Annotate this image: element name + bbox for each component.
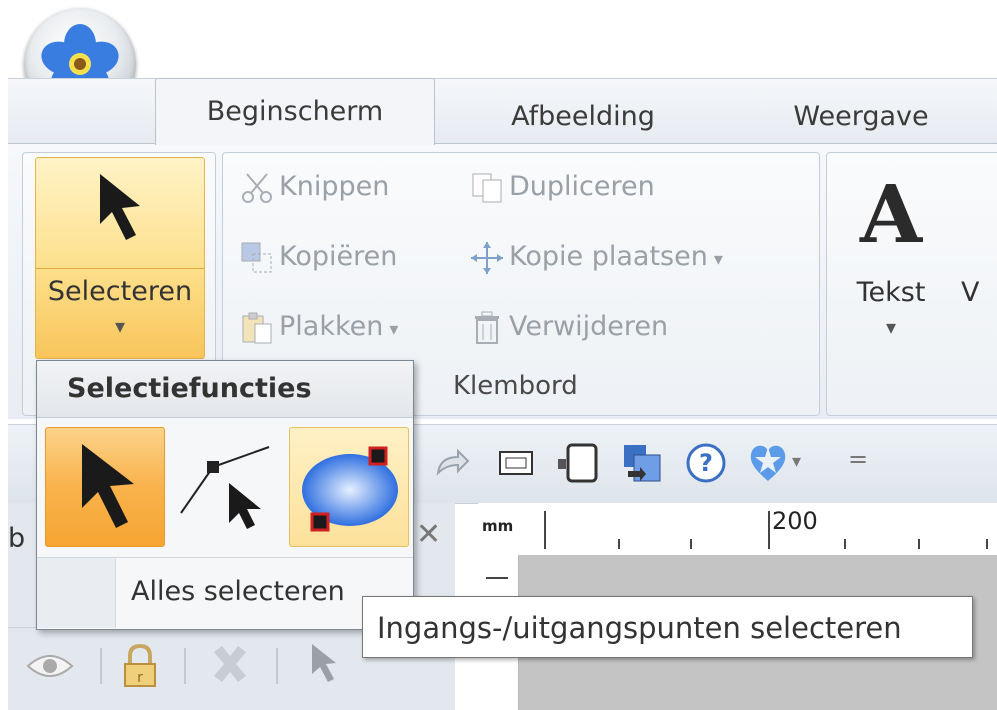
selection-functions-popup: Selectiefuncties Alles selecteren	[36, 360, 414, 630]
hoop-icon[interactable]	[556, 441, 600, 485]
paste-copy-icon	[471, 241, 503, 274]
select-button-divider	[36, 268, 204, 269]
select-all-label: Alles selecteren	[131, 576, 345, 607]
select-ellipse-icon	[302, 446, 398, 532]
paste-label: Plakken	[279, 311, 384, 342]
arrow-cursor-small-icon[interactable]	[308, 642, 340, 686]
delete-label: Verwijderen	[509, 311, 669, 342]
arrow-cursor-icon	[100, 174, 140, 240]
delete-command[interactable]: Verwijderen	[469, 307, 668, 347]
ruler-major-tick	[768, 511, 770, 549]
duplicate-icon	[472, 173, 502, 202]
cut-command[interactable]: Knippen	[239, 167, 389, 207]
copy-label: Kopiëren	[279, 241, 398, 272]
select-all-icon-area	[37, 558, 116, 628]
text-frame-icon[interactable]	[496, 443, 536, 483]
ruler-minor-tick	[844, 539, 846, 549]
popup-title: Selectiefuncties	[67, 373, 312, 404]
duplicate-label: Dupliceren	[509, 171, 655, 202]
select-button-arrow: ▾	[114, 314, 126, 338]
ruler-minor-tick	[986, 539, 988, 549]
horizontal-ruler: mm 200	[478, 503, 997, 556]
ruler-unit: mm	[482, 517, 514, 535]
ruler-minor-tick	[918, 539, 920, 549]
eye-icon[interactable]	[26, 650, 74, 682]
svg-text:r: r	[137, 670, 143, 686]
customize-toolbar-button[interactable]: =	[848, 445, 868, 473]
text-group: A Tekst ▾ V	[826, 152, 997, 416]
star-dropdown-arrow[interactable]: ▾	[792, 451, 801, 472]
ruler-major-tick	[544, 511, 546, 549]
panel-tab-partial: b	[8, 523, 26, 554]
copy-icon	[241, 242, 272, 272]
svg-text:?: ?	[699, 449, 713, 477]
select-button[interactable]: Selecteren ▾	[35, 157, 205, 359]
clipboard-group-label: Klembord	[453, 371, 578, 401]
ruler-minor-tick	[618, 539, 620, 549]
paste-copy-label: Kopie plaatsen	[509, 241, 708, 272]
popup-header: Selectiefuncties	[37, 361, 413, 418]
ruler-minor-tick	[690, 539, 692, 549]
paste-dropdown-arrow[interactable]: ▾	[389, 319, 398, 340]
copy-command[interactable]: Kopiëren	[239, 237, 397, 277]
text-a-icon: A	[859, 167, 923, 261]
text-button-label: Tekst	[856, 277, 926, 308]
cross-icon[interactable]	[208, 642, 252, 686]
trash-icon	[475, 311, 499, 344]
ruler-mark-label: 200	[772, 507, 818, 535]
duplicate-command[interactable]: Dupliceren	[469, 167, 655, 207]
tooltip: Ingangs-/uitgangspunten selecteren	[362, 596, 973, 658]
separator	[276, 648, 278, 684]
lock-icon[interactable]: r	[120, 642, 160, 690]
cut-label: Knippen	[279, 171, 390, 202]
help-icon[interactable]: ?	[684, 441, 728, 485]
paste-command[interactable]: Plakken ▾	[239, 307, 398, 347]
paste-copy-dropdown-arrow[interactable]: ▾	[714, 249, 723, 270]
select-region-tool[interactable]	[289, 427, 409, 547]
select-entry-exit-tool[interactable]	[167, 427, 285, 545]
select-entry-exit-icon	[180, 446, 270, 529]
vruler-tick	[486, 577, 508, 579]
paste-copy-command[interactable]: Kopie plaatsen ▾	[469, 237, 723, 277]
tab-weergave[interactable]: Weergave	[746, 89, 976, 145]
text-button[interactable]: A Tekst ▾	[841, 159, 941, 359]
select-button-label: Selecteren	[47, 276, 193, 307]
paste-icon	[242, 312, 272, 343]
arrow-cursor-icon	[82, 444, 134, 528]
partial-next-command[interactable]: V	[961, 277, 979, 308]
scissors-icon	[242, 172, 272, 203]
text-button-arrow: ▾	[885, 315, 897, 339]
select-all-item[interactable]: Alles selecteren	[37, 558, 413, 628]
separator	[184, 648, 186, 684]
tab-afbeelding[interactable]: Afbeelding	[468, 89, 698, 145]
panel-close-button[interactable]: ✕	[416, 517, 441, 552]
layout-icon[interactable]	[620, 441, 664, 485]
select-object-tool[interactable]	[45, 427, 165, 547]
star-icon[interactable]	[746, 439, 790, 483]
separator	[100, 648, 102, 684]
redo-icon[interactable]	[432, 443, 472, 483]
tab-beginscherm[interactable]: Beginscherm	[155, 78, 435, 145]
